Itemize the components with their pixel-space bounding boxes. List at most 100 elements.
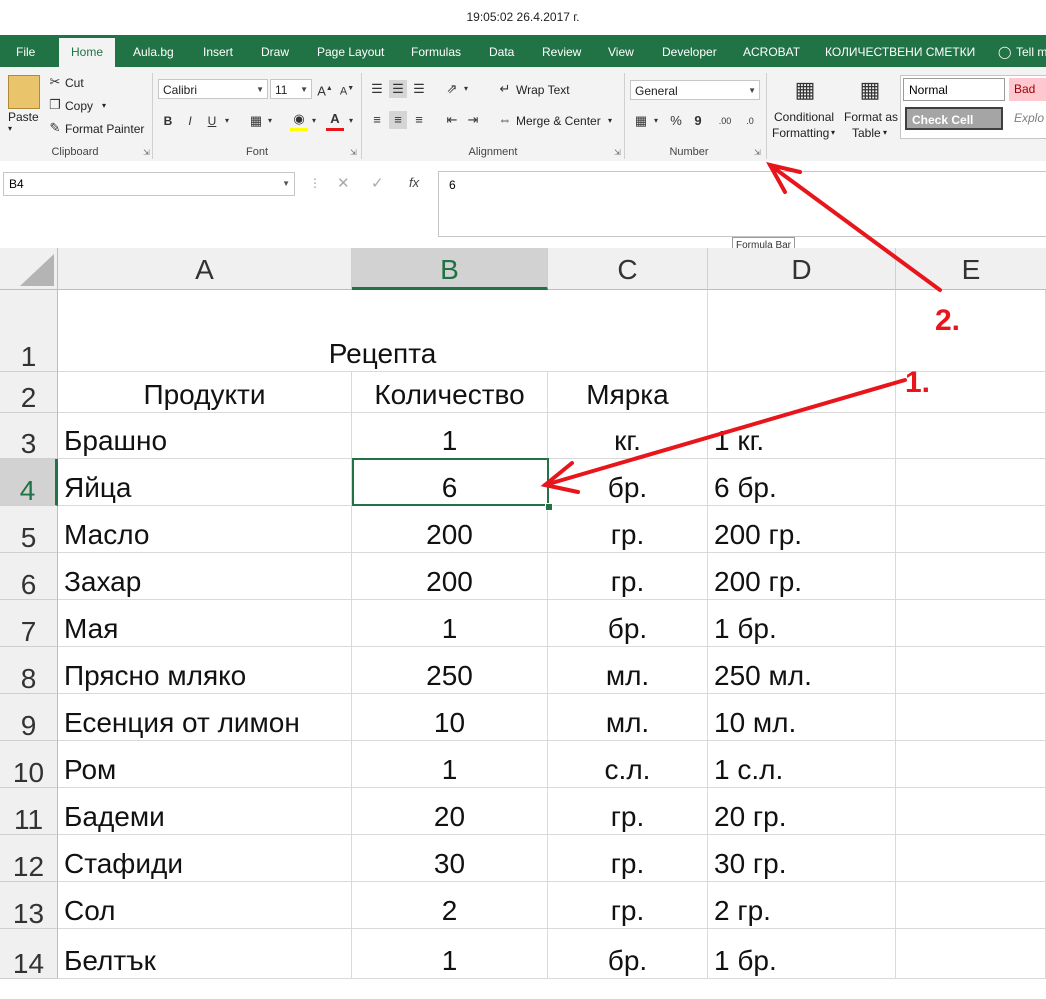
- worksheet-grid[interactable]: A B C D E 1 Рецепта 2 Продукти Количество Мяр…: [0, 248, 1046, 979]
- row-header-13[interactable]: 13: [0, 882, 58, 929]
- cell-a1[interactable]: Рецепта: [58, 290, 708, 372]
- merge-center-button[interactable]: Merge & Center: [516, 114, 601, 128]
- cell-d14[interactable]: 1 бр.: [708, 929, 896, 979]
- style-normal[interactable]: Normal: [903, 78, 1005, 101]
- cell-c8[interactable]: мл.: [548, 647, 708, 694]
- cell-e9[interactable]: [896, 694, 1046, 741]
- cell-c12[interactable]: гр.: [548, 835, 708, 882]
- formula-input[interactable]: 6: [438, 171, 1046, 237]
- format-as-table-dropdown-icon[interactable]: ▾: [883, 128, 887, 137]
- cell-c2[interactable]: Мярка: [548, 372, 708, 413]
- tab-page-layout[interactable]: Page Layout: [317, 35, 384, 67]
- cell-e7[interactable]: [896, 600, 1046, 647]
- select-all-corner[interactable]: [0, 248, 58, 290]
- cell-e3[interactable]: [896, 413, 1046, 459]
- style-explanatory[interactable]: Explo: [1009, 107, 1046, 130]
- cell-b8[interactable]: 250: [352, 647, 548, 694]
- format-as-table-label-1[interactable]: Format as: [844, 110, 898, 124]
- cell-a13[interactable]: Сол: [58, 882, 352, 929]
- cell-d6[interactable]: 200 гр.: [708, 553, 896, 600]
- percent-button[interactable]: %: [668, 112, 684, 130]
- tab-tell-me[interactable]: Tell m: [1016, 35, 1046, 67]
- row-header-12[interactable]: 12: [0, 835, 58, 882]
- cell-a3[interactable]: Брашно: [58, 413, 352, 459]
- cell-a5[interactable]: Масло: [58, 506, 352, 553]
- chevron-down-icon[interactable]: ▼: [282, 173, 290, 195]
- cell-b6[interactable]: 200: [352, 553, 548, 600]
- cell-c11[interactable]: гр.: [548, 788, 708, 835]
- cell-e2[interactable]: [896, 372, 1046, 413]
- cell-e10[interactable]: [896, 741, 1046, 788]
- clipboard-launcher-icon[interactable]: ⇲: [143, 149, 151, 157]
- paste-icon[interactable]: [8, 75, 40, 109]
- tab-kolichestveni-smetki[interactable]: КОЛИЧЕСТВЕНИ СМЕТКИ: [825, 35, 975, 67]
- fill-color-icon[interactable]: ◉: [290, 110, 308, 131]
- cell-b2[interactable]: Количество: [352, 372, 548, 413]
- wrap-text-button[interactable]: Wrap Text: [516, 83, 570, 97]
- cell-d5[interactable]: 200 гр.: [708, 506, 896, 553]
- cell-a14[interactable]: Белтък: [58, 929, 352, 979]
- orientation-icon[interactable]: ⇗: [443, 80, 461, 98]
- cell-d12[interactable]: 30 гр.: [708, 835, 896, 882]
- cell-e8[interactable]: [896, 647, 1046, 694]
- conditional-formatting-icon[interactable]: ▦: [790, 75, 820, 105]
- cell-b7[interactable]: 1: [352, 600, 548, 647]
- copy-button[interactable]: Copy: [65, 99, 93, 113]
- orientation-dropdown-icon[interactable]: ▾: [461, 80, 471, 98]
- tab-insert[interactable]: Insert: [203, 35, 233, 67]
- row-header-10[interactable]: 10: [0, 741, 58, 788]
- font-name-dropdown[interactable]: Calibri ▼: [158, 79, 268, 99]
- tab-view[interactable]: View: [608, 35, 634, 67]
- cell-c14[interactable]: бр.: [548, 929, 708, 979]
- cell-e11[interactable]: [896, 788, 1046, 835]
- font-size-dropdown[interactable]: 11 ▼: [270, 79, 312, 99]
- cell-a9[interactable]: Есенция от лимон: [58, 694, 352, 741]
- row-header-7[interactable]: 7: [0, 600, 58, 647]
- cell-c4[interactable]: бр.: [548, 459, 708, 506]
- align-right-icon[interactable]: ≡: [410, 111, 428, 129]
- cell-d13[interactable]: 2 гр.: [708, 882, 896, 929]
- cell-a7[interactable]: Мая: [58, 600, 352, 647]
- name-box[interactable]: B4 ▼: [3, 172, 295, 196]
- font-launcher-icon[interactable]: ⇲: [350, 149, 358, 157]
- cell-d4[interactable]: 6 бр.: [708, 459, 896, 506]
- conditional-formatting-label-2[interactable]: Formatting: [772, 126, 829, 140]
- cell-d7[interactable]: 1 бр.: [708, 600, 896, 647]
- insert-function-icon[interactable]: fx: [409, 175, 419, 190]
- column-header-b[interactable]: B: [352, 248, 548, 290]
- style-check-cell[interactable]: Check Cell: [905, 107, 1003, 130]
- tab-data[interactable]: Data: [489, 35, 514, 67]
- cell-c5[interactable]: гр.: [548, 506, 708, 553]
- row-header-3[interactable]: 3: [0, 413, 58, 459]
- cell-d1[interactable]: [708, 290, 896, 372]
- borders-icon[interactable]: ▦: [247, 112, 265, 130]
- row-header-5[interactable]: 5: [0, 506, 58, 553]
- cell-c7[interactable]: бр.: [548, 600, 708, 647]
- align-bottom-icon[interactable]: ☰: [410, 80, 428, 98]
- column-header-e[interactable]: E: [896, 248, 1046, 290]
- cell-a6[interactable]: Захар: [58, 553, 352, 600]
- cell-d9[interactable]: 10 мл.: [708, 694, 896, 741]
- cell-c13[interactable]: гр.: [548, 882, 708, 929]
- align-top-icon[interactable]: ☰: [368, 80, 386, 98]
- cell-d11[interactable]: 20 гр.: [708, 788, 896, 835]
- chevron-down-icon[interactable]: ▾: [8, 124, 12, 133]
- alignment-launcher-icon[interactable]: ⇲: [614, 149, 622, 157]
- cell-b13[interactable]: 2: [352, 882, 548, 929]
- cell-e1[interactable]: [896, 290, 1046, 372]
- row-header-11[interactable]: 11: [0, 788, 58, 835]
- format-painter-button[interactable]: Format Painter: [65, 122, 144, 136]
- decrease-font-icon[interactable]: A▼: [339, 80, 355, 101]
- font-color-icon[interactable]: A: [326, 110, 344, 131]
- cell-e4[interactable]: [896, 459, 1046, 506]
- tab-file[interactable]: File: [16, 35, 35, 67]
- cell-b14[interactable]: 1: [352, 929, 548, 979]
- cell-a4[interactable]: Яйца: [58, 459, 352, 506]
- row-header-1[interactable]: 1: [0, 290, 58, 372]
- align-left-icon[interactable]: ≡: [368, 111, 386, 129]
- scissors-icon[interactable]: ✂: [47, 73, 63, 91]
- tab-formulas[interactable]: Formulas: [411, 35, 461, 67]
- column-header-d[interactable]: D: [708, 248, 896, 290]
- accounting-format-icon[interactable]: ▦: [632, 112, 650, 130]
- tab-home[interactable]: Home: [59, 38, 116, 67]
